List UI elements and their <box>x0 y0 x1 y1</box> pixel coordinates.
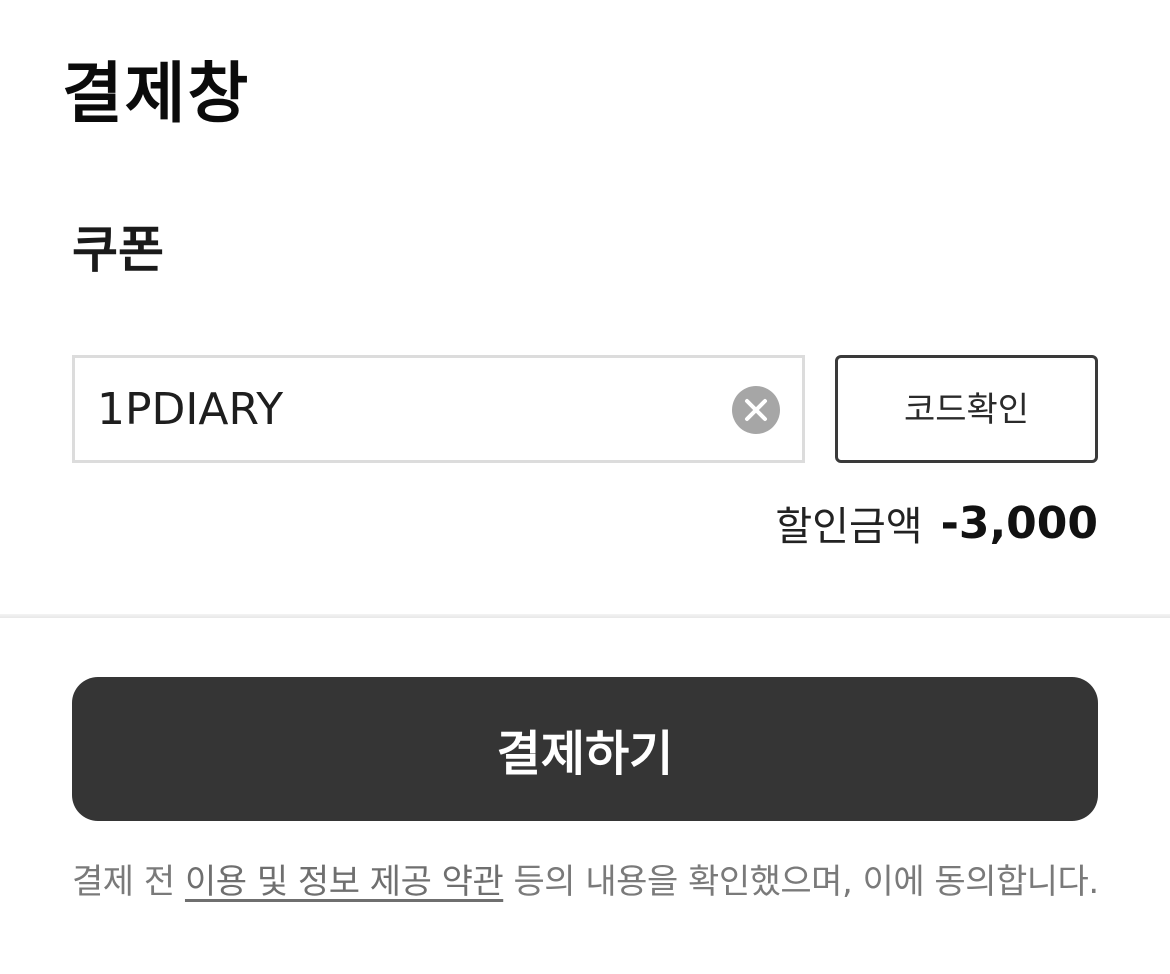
section-divider <box>0 614 1170 618</box>
discount-label: 할인금액 <box>775 504 923 550</box>
clear-input-button[interactable] <box>732 386 780 434</box>
terms-notice: 결제 전 이용 및 정보 제공 약관 등의 내용을 확인했으며, 이에 동의합니… <box>72 856 1102 908</box>
terms-link[interactable]: 이용 및 정보 제공 약관 <box>185 862 504 902</box>
coupon-code-input[interactable] <box>97 358 717 460</box>
page-title: 결제창 <box>62 55 251 132</box>
terms-prefix: 결제 전 <box>72 862 185 902</box>
discount-row: 할인금액 -3,000 <box>775 492 1098 554</box>
pay-button[interactable]: 결제하기 <box>72 677 1098 821</box>
discount-amount: -3,000 <box>940 497 1098 549</box>
checkout-page: 결제창 쿠폰 코드확인 할인금액 -3,000 결제하기 결제 전 이용 및 정… <box>0 0 1170 974</box>
coupon-input-container <box>72 355 805 463</box>
terms-suffix: 등의 내용을 확인했으며, 이에 동의합니다. <box>503 862 1100 902</box>
coupon-section-title: 쿠폰 <box>72 221 164 279</box>
code-check-button[interactable]: 코드확인 <box>835 355 1098 463</box>
close-circle-icon <box>745 399 767 421</box>
